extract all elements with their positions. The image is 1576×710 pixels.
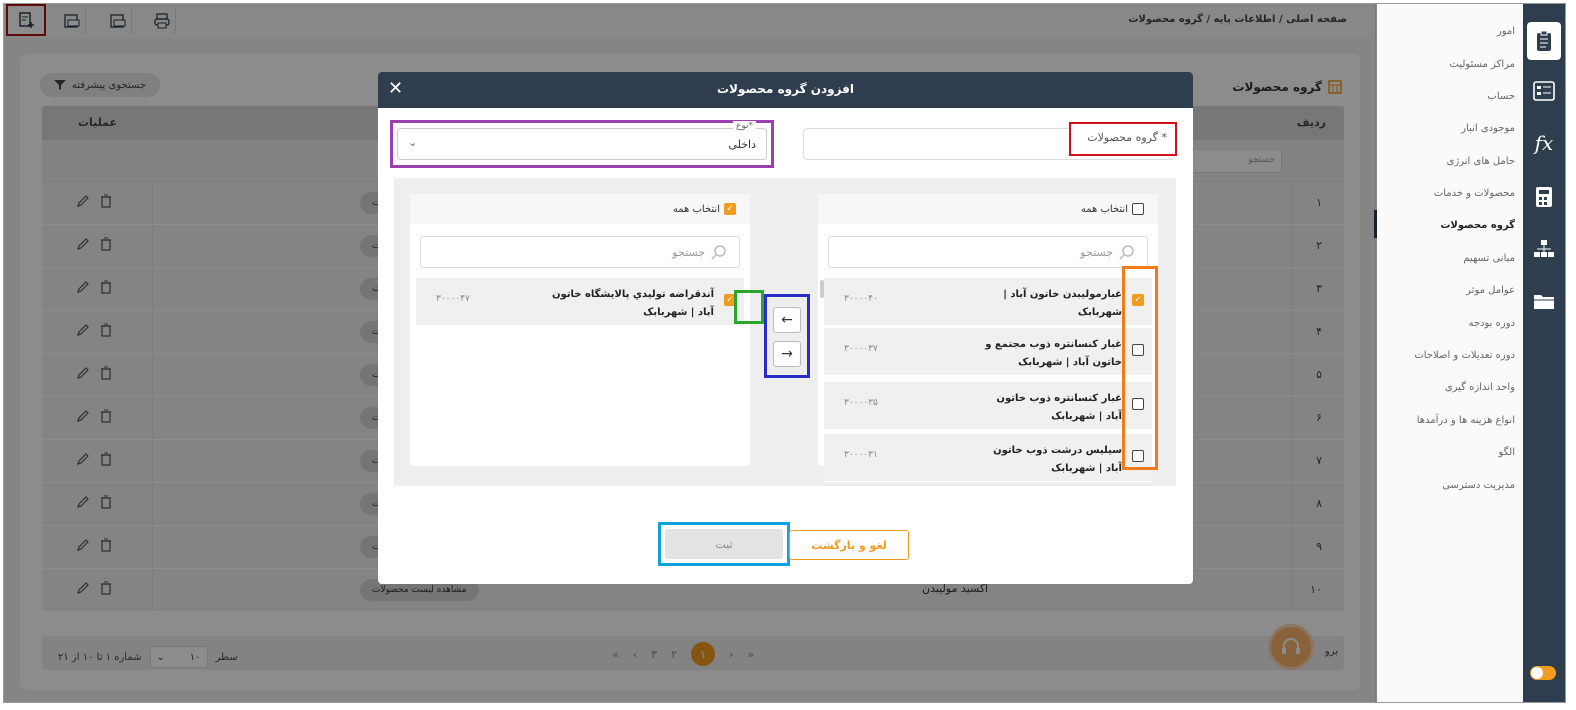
source-select-all[interactable]: انتخاب همه — [1081, 203, 1144, 215]
search-icon — [711, 245, 726, 260]
group-name-field[interactable]: گروه محصولات * — [803, 122, 1177, 160]
modal-header: افزودن گروه محصولات ✕ — [378, 72, 1193, 108]
formula-icon[interactable]: fx — [1529, 128, 1559, 158]
source-checkbox-column-highlight — [1122, 266, 1158, 470]
sidebar-menu: امور مراکز مسئولیت حساب موجودی انبار حامل ها… — [1374, 4, 1523, 702]
type-label: نوع* — [732, 121, 756, 131]
modal-actions: ثبت لغو و بازگشت — [658, 522, 909, 566]
sidebar-item[interactable]: مدیریت دسترسی — [1375, 480, 1523, 491]
target-list-header: انتخاب همه ✓ — [410, 194, 750, 224]
type-value: داخلی — [728, 138, 756, 151]
item-code: ۳۰۰۰۰۳۱ — [844, 450, 878, 460]
item-label: سیلیس درشت ذوب خاتون آباد | شهربابک — [993, 445, 1122, 474]
source-list-panel: انتخاب همه جستجو ✓ غبارمولیبدن خاتون آباد… — [818, 194, 1158, 482]
hierarchy-icon[interactable] — [1529, 234, 1559, 264]
transfer-list: انتخاب همه جستجو ✓ غبارمولیبدن خاتون آباد… — [394, 178, 1176, 486]
sidebar-item[interactable]: دوره بودجه — [1375, 318, 1523, 329]
source-select-all-label: انتخاب همه — [1080, 203, 1128, 215]
target-search-placeholder: جستجو — [672, 245, 705, 259]
item-code: ۳۰۰۰۰۳۷ — [844, 344, 878, 354]
item-label: غبارمولیبدن خاتون آباد | شهربابک — [1003, 289, 1122, 318]
list-item[interactable]: غبار کنسانتره ذوب مجتمع و خاتون آباد | ش… — [824, 328, 1152, 376]
target-select-all[interactable]: انتخاب همه ✓ — [673, 203, 736, 215]
item-label: غبار کنسانتره ذوب مجتمع و خاتون آباد | ش… — [985, 339, 1122, 368]
close-icon[interactable]: ✕ — [388, 78, 403, 100]
group-name-input[interactable]: گروه محصولات * — [1069, 122, 1177, 156]
list-item[interactable]: سیلیس درشت ذوب خاتون آباد | شهربابک ۳۰۰۰۰… — [824, 434, 1152, 482]
item-code: ۳۰۰۰۰۳۵ — [844, 398, 878, 408]
app-window: صفحه اصلی / اطلاعات پایه / گروه محصولات … — [3, 3, 1566, 703]
move-buttons-group: ← → — [764, 294, 810, 378]
source-scrollbar[interactable] — [820, 280, 824, 298]
submit-highlight: ثبت — [658, 522, 790, 566]
icon-rail: fx — [1523, 4, 1565, 702]
target-search-input[interactable]: جستجو — [420, 236, 740, 268]
sidebar-item[interactable]: دوره تعدیلات و اصلاحات — [1375, 350, 1523, 361]
list-card-icon[interactable] — [1529, 76, 1559, 106]
item-label: غبار کنسانتره ذوب خاتون آباد | شهربابک — [996, 393, 1122, 422]
add-group-modal: افزودن گروه محصولات ✕ گروه محصولات * نوع… — [378, 72, 1193, 584]
target-select-all-checkbox[interactable]: ✓ — [724, 203, 736, 215]
folder-icon[interactable] — [1529, 286, 1559, 316]
move-right-button[interactable]: → — [773, 341, 801, 367]
item-code: ۳۰۰۰۰۴۰ — [844, 294, 878, 304]
move-left-button[interactable]: ← — [773, 307, 801, 333]
clipboard-icon[interactable] — [1527, 22, 1561, 60]
item-code: ۳۰۰۰۰۴۷ — [436, 294, 470, 304]
sidebar-item[interactable]: حساب — [1375, 91, 1523, 102]
search-icon — [1119, 245, 1134, 260]
source-list-header: انتخاب همه — [818, 194, 1158, 224]
sidebar-item[interactable]: گروه محصولات — [1375, 220, 1523, 231]
sidebar-item[interactable]: الگو — [1375, 447, 1523, 458]
target-select-all-label: انتخاب همه — [672, 203, 720, 215]
source-search-placeholder: جستجو — [1080, 245, 1113, 259]
sidebar-item[interactable]: مراکز مسئولیت — [1375, 59, 1523, 70]
submit-button[interactable]: ثبت — [665, 529, 783, 559]
sidebar-item[interactable]: انواع هزینه ها و درآمدها — [1375, 415, 1523, 426]
sidebar-item[interactable]: محصولات و خدمات — [1375, 188, 1523, 199]
source-search-input[interactable]: جستجو — [828, 236, 1148, 268]
source-select-all-checkbox[interactable] — [1132, 203, 1144, 215]
modal-title: افزودن گروه محصولات — [716, 82, 855, 96]
list-item[interactable]: ✓ آندقراضه توليدي پالايشگاه خاتون آباد | … — [416, 278, 744, 326]
sidebar-item[interactable]: امور — [1375, 26, 1523, 37]
sidebar-item[interactable]: حامل های انرژی — [1375, 156, 1523, 167]
sidebar-item[interactable]: مبانی تسهیم — [1375, 253, 1523, 264]
cancel-button[interactable]: لغو و بازگشت — [789, 530, 909, 560]
sidebar-item[interactable]: واحد اندازه گیری — [1375, 382, 1523, 393]
item-label: آندقراضه توليدي پالايشگاه خاتون آباد | ش… — [551, 289, 714, 318]
target-list-panel: انتخاب همه ✓ جستجو ✓ آندقراضه توليدي پالا… — [410, 194, 750, 466]
chevron-down-icon: ⌄ — [408, 136, 418, 149]
list-item[interactable]: غبار کنسانتره ذوب خاتون آباد | شهربابک ۳۰… — [824, 382, 1152, 430]
sidebar-item[interactable]: عوامل موثر — [1375, 285, 1523, 296]
calculator-icon[interactable] — [1529, 182, 1559, 212]
target-checkbox-highlight — [734, 290, 764, 324]
list-item[interactable]: ✓ غبارمولیبدن خاتون آباد | شهربابک ۳۰۰۰۰۴۰ — [824, 278, 1152, 326]
type-select-wrapper: نوع* داخلی ⌄ — [390, 120, 774, 168]
type-select[interactable]: نوع* داخلی ⌄ — [397, 121, 767, 160]
sidebar-item[interactable]: موجودی انبار — [1375, 123, 1523, 134]
theme-toggle[interactable] — [1530, 666, 1556, 680]
